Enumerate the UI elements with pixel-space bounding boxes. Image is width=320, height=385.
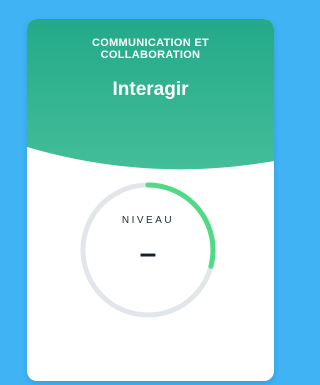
level-value: – bbox=[139, 237, 157, 270]
level-gauge: NIVEAU – bbox=[78, 180, 218, 320]
skill-card[interactable]: COMMUNICATION ET COLLABORATION Interagir… bbox=[27, 19, 274, 381]
category-label: COMMUNICATION ET COLLABORATION bbox=[91, 37, 210, 61]
card-header: COMMUNICATION ET COLLABORATION Interagir bbox=[27, 19, 274, 179]
skill-title: Interagir bbox=[112, 79, 189, 100]
level-label: NIVEAU bbox=[121, 215, 175, 226]
